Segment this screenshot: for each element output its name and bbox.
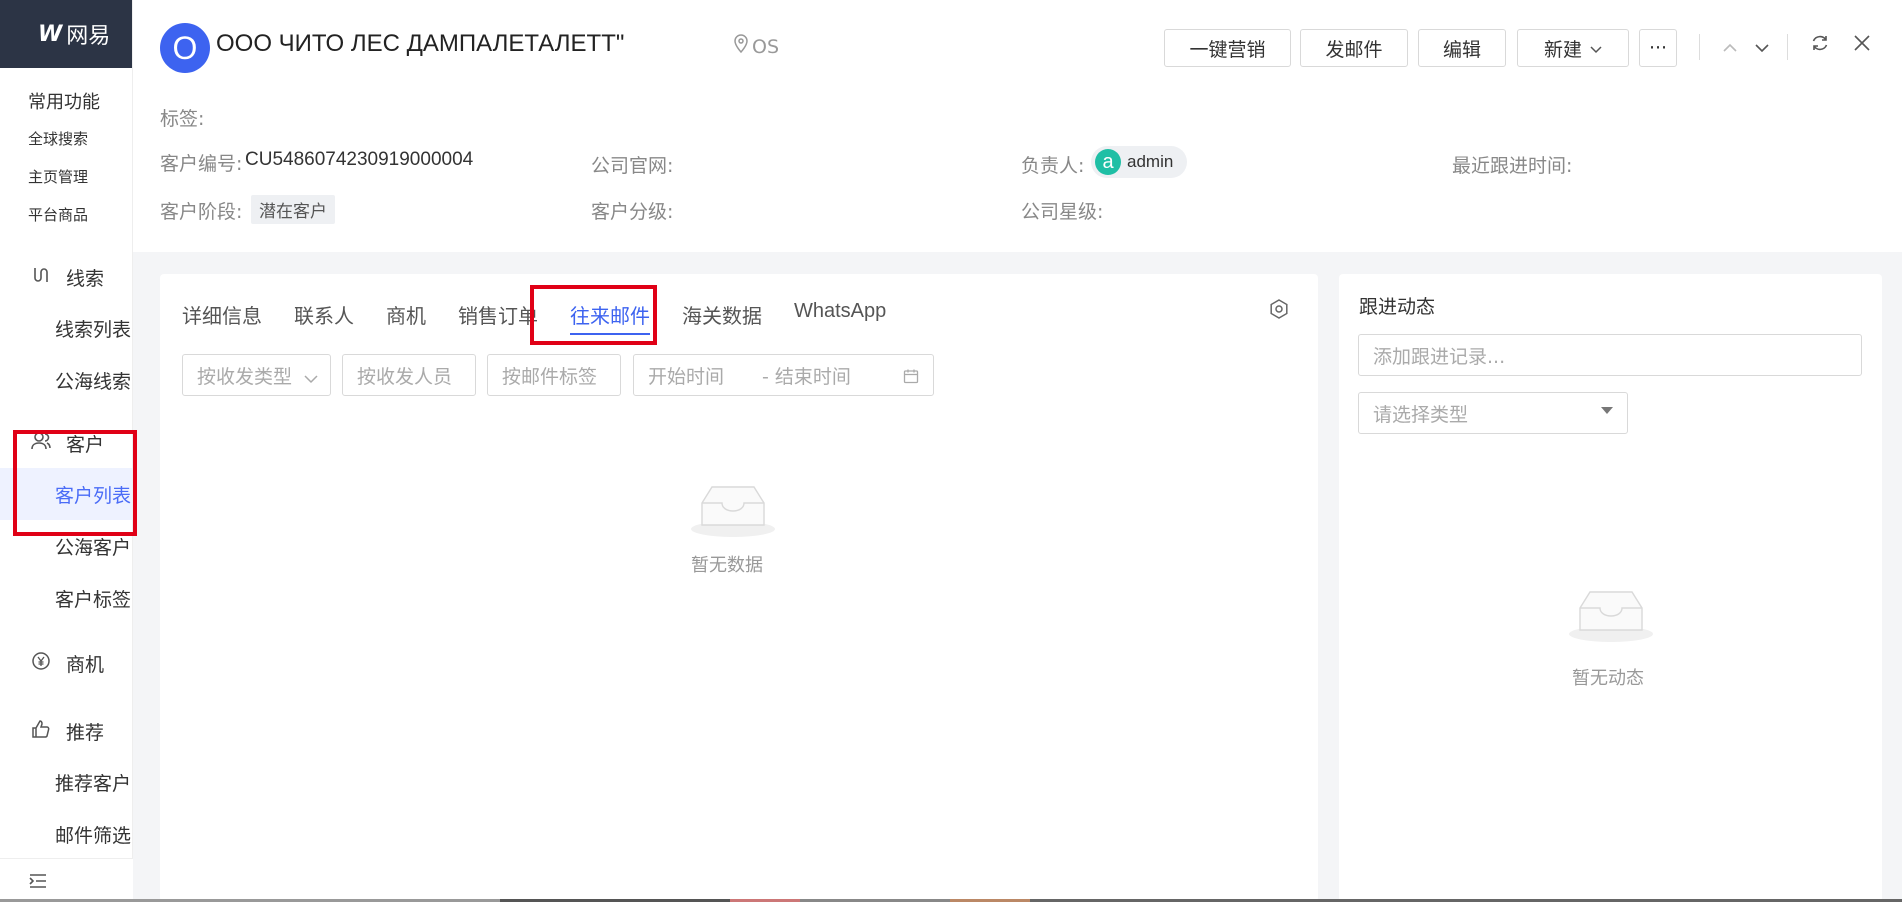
- nav-public-customers[interactable]: 公海客户: [0, 520, 132, 572]
- nav-group-leads-wrap: 线索 线索列表 公海线索: [0, 252, 132, 406]
- nav-group-label: 商机: [66, 653, 105, 676]
- one-click-marketing-button[interactable]: 一键营销: [1164, 29, 1291, 67]
- mail-type-select[interactable]: 按收发类型: [182, 354, 331, 396]
- tab-whatsapp[interactable]: WhatsApp: [794, 300, 886, 335]
- close-icon[interactable]: [1853, 33, 1871, 57]
- toolbar-divider: [1787, 34, 1788, 60]
- tags-label: 标签:: [160, 108, 205, 130]
- yen-icon: [30, 651, 52, 676]
- tab-customs-data[interactable]: 海关数据: [682, 300, 762, 335]
- brand-logo-icon: W: [38, 21, 62, 47]
- customer-no-value: CU5486074230919000004: [245, 149, 474, 170]
- empty-text: 暂无数据: [691, 555, 763, 576]
- chevron-down-icon: [304, 367, 318, 389]
- tab-sales-orders[interactable]: 销售订单: [458, 300, 538, 335]
- last-follow-label: 最近跟进时间:: [1452, 155, 1573, 177]
- empty-activity-text: 暂无动态: [1572, 668, 1644, 689]
- route-icon: [30, 265, 52, 290]
- caret-down-icon: [1601, 407, 1613, 414]
- nav-platform-products[interactable]: 平台商品: [28, 204, 132, 226]
- empty-inbox-icon: [1566, 584, 1656, 644]
- website-label: 公司官网:: [591, 155, 674, 177]
- nav-group-leads[interactable]: 线索: [0, 252, 132, 302]
- nav-recommended-customers[interactable]: 推荐客户: [0, 756, 132, 808]
- users-icon: [30, 431, 52, 456]
- new-button-label: 新建: [1543, 38, 1582, 61]
- customer-avatar: O: [160, 23, 210, 73]
- brand[interactable]: W 网易: [0, 0, 132, 68]
- stage-tag: 潜在客户: [251, 195, 335, 224]
- chevron-down-nav-icon[interactable]: [1755, 34, 1769, 58]
- more-button[interactable]: ···: [1639, 29, 1677, 67]
- nav-group-recommend-wrap: 推荐 推荐客户 邮件筛选: [0, 706, 132, 848]
- owner-chip[interactable]: a admin: [1091, 146, 1188, 178]
- nav-group-label: 客户: [66, 433, 105, 456]
- calendar-icon: [903, 367, 919, 389]
- location-text: OS: [752, 35, 780, 58]
- new-button[interactable]: 新建: [1517, 29, 1629, 67]
- detail-panel: 详细信息 联系人 商机 销售订单 往来邮件 海关数据 WhatsApp 按收发类…: [160, 274, 1318, 902]
- tab-contacts[interactable]: 联系人: [294, 300, 354, 335]
- nav-group-label: 线索: [66, 267, 105, 290]
- mail-type-placeholder: 按收发类型: [197, 365, 293, 388]
- nav-group-customers-wrap: 客户 客户列表 公海客户 客户标签: [0, 418, 132, 624]
- customer-header: O ООО ЧИТО ЛЕС ДАМПАЛЕТАЛЕТТ" OS 一键营销 发邮…: [133, 0, 1902, 252]
- nav-group-recommend[interactable]: 推荐: [0, 706, 132, 756]
- chevron-up-icon[interactable]: [1723, 34, 1737, 58]
- follow-up-panel: 跟进动态 添加跟进记录... 请选择类型 暂无动态: [1339, 274, 1882, 902]
- owner-label: 负责人:: [1021, 155, 1085, 177]
- edit-button[interactable]: 编辑: [1418, 29, 1506, 67]
- stage-label: 客户阶段:: [160, 201, 243, 223]
- owner-avatar: a: [1095, 149, 1121, 175]
- chevron-down-icon: [1590, 37, 1602, 59]
- nav-group-label: 推荐: [66, 721, 105, 744]
- refresh-icon[interactable]: [1810, 33, 1830, 58]
- empty-inbox-icon: [688, 479, 778, 539]
- detail-tabs: 详细信息 联系人 商机 销售订单 往来邮件 海关数据 WhatsApp: [182, 300, 886, 335]
- nav-group-opportunities[interactable]: 商机: [0, 638, 132, 688]
- nav-customer-tags[interactable]: 客户标签: [0, 572, 132, 624]
- grade-label: 客户分级:: [591, 201, 674, 223]
- owner-name: admin: [1127, 152, 1174, 171]
- follow-up-type-select[interactable]: 请选择类型: [1358, 392, 1628, 434]
- tab-emails[interactable]: 往来邮件: [570, 300, 650, 335]
- mail-tag-select[interactable]: 按邮件标签: [487, 354, 621, 396]
- nav-homepage-management[interactable]: 主页管理: [28, 166, 132, 188]
- end-time-input[interactable]: - 结束时间: [762, 362, 851, 389]
- customer-name: ООО ЧИТО ЛЕС ДАМПАЛЕТАЛЕТТ": [216, 30, 625, 57]
- tab-details[interactable]: 详细信息: [182, 300, 262, 335]
- nav-group-customers[interactable]: 客户: [0, 418, 132, 468]
- toolbar-divider: [1699, 34, 1700, 60]
- date-range-picker[interactable]: 开始时间 - 结束时间: [633, 354, 934, 396]
- nav-public-leads[interactable]: 公海线索: [0, 354, 132, 406]
- nav-group-opportunities-wrap: 商机: [0, 638, 132, 688]
- nav-customer-list[interactable]: 客户列表: [0, 468, 132, 520]
- type-placeholder: 请选择类型: [1373, 403, 1469, 426]
- brand-text: 网易: [66, 24, 111, 49]
- tab-opportunities[interactable]: 商机: [386, 300, 426, 335]
- star-label: 公司星级:: [1021, 201, 1104, 223]
- nav-global-search[interactable]: 全球搜索: [28, 128, 132, 150]
- nav-leads-list[interactable]: 线索列表: [0, 302, 132, 354]
- sidebar: W 网易 常用功能 全球搜索 主页管理 平台商品 线索 线索列表 公海线索 客户…: [0, 0, 133, 902]
- common-functions: 常用功能 全球搜索 主页管理 平台商品: [0, 88, 132, 226]
- common-functions-title: 常用功能: [28, 92, 100, 113]
- start-time-input[interactable]: 开始时间: [648, 362, 724, 389]
- thumbs-up-icon: [30, 719, 52, 744]
- follow-up-title: 跟进动态: [1359, 296, 1436, 318]
- collapse-menu-icon[interactable]: [0, 858, 133, 902]
- settings-icon[interactable]: [1268, 298, 1290, 326]
- mail-person-select[interactable]: 按收发人员: [342, 354, 476, 396]
- customer-location: OS: [733, 34, 779, 59]
- location-pin-icon: [733, 34, 749, 59]
- nav-mail-filter[interactable]: 邮件筛选: [0, 808, 132, 848]
- send-mail-button[interactable]: 发邮件: [1300, 29, 1408, 67]
- customer-no-label: 客户编号:: [160, 153, 243, 175]
- follow-up-input[interactable]: 添加跟进记录...: [1358, 334, 1862, 376]
